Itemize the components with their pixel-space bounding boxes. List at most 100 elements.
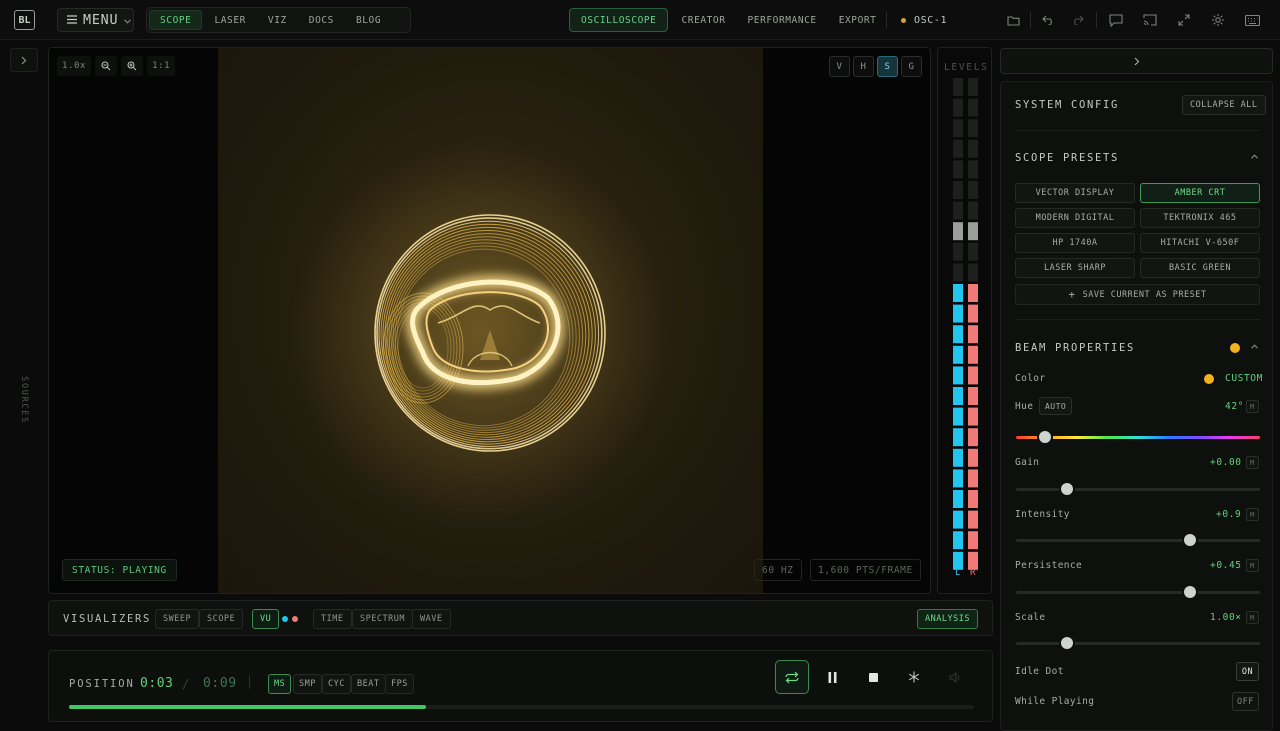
zoom-in-button[interactable] (121, 56, 144, 76)
fullscreen-icon[interactable] (1175, 11, 1193, 29)
hue-auto-button[interactable]: AUTO (1039, 397, 1073, 415)
preset-laser-sharp[interactable]: LASER SHARP (1015, 258, 1135, 278)
preset-tektronix-465[interactable]: TEKTRONIX 465 (1140, 208, 1260, 228)
unit-ms[interactable]: MS (268, 674, 292, 694)
vu-segment (968, 366, 978, 385)
vis-wave[interactable]: WAVE (412, 609, 451, 629)
color-label: Color (1015, 373, 1046, 384)
preset-hp-1740a[interactable]: HP 1740A (1015, 233, 1135, 253)
intensity-slider-thumb[interactable] (1184, 534, 1197, 546)
app-logo[interactable]: BL (14, 10, 35, 30)
vis-scope[interactable]: SCOPE (199, 609, 244, 629)
view-s-button[interactable]: S (877, 56, 898, 77)
unit-smp[interactable]: SMP (293, 674, 322, 694)
analysis-button[interactable]: ANALYSIS (916, 609, 978, 629)
collapse-all-button[interactable]: COLLAPSE ALL (1182, 95, 1266, 115)
persistence-modulate-badge[interactable]: M (1246, 559, 1259, 572)
nav-viz[interactable]: VIZ (258, 10, 297, 30)
keyboard-icon[interactable] (1243, 11, 1261, 29)
unit-fps[interactable]: FPS (385, 674, 414, 694)
preset-amber-crt[interactable]: AMBER CRT (1140, 183, 1260, 203)
redo-icon[interactable] (1068, 11, 1086, 29)
vis-sweep[interactable]: SWEEP (155, 609, 200, 629)
vis-spectrum[interactable]: SPECTRUM (352, 609, 414, 629)
unit-beat[interactable]: BEAT (351, 674, 386, 694)
tab-creator[interactable]: CREATOR (670, 8, 736, 32)
main-nav: SCOPE LASER VIZ DOCS BLOG (146, 7, 411, 33)
persistence-slider-thumb[interactable] (1184, 586, 1197, 598)
gain-slider[interactable] (1016, 483, 1260, 495)
nav-docs[interactable]: DOCS (299, 10, 344, 30)
pause-button[interactable] (815, 660, 849, 694)
view-v-button[interactable]: V (829, 56, 850, 77)
chat-icon[interactable] (1107, 11, 1125, 29)
persistence-slider[interactable] (1016, 586, 1260, 598)
expand-sources-button[interactable] (10, 48, 38, 72)
nav-blog[interactable]: BLOG (346, 10, 391, 30)
scale-slider[interactable] (1016, 637, 1260, 649)
undo-icon[interactable] (1039, 11, 1057, 29)
while-playing-toggle[interactable]: OFF (1232, 692, 1259, 711)
color-value[interactable]: CUSTOM (1225, 373, 1263, 384)
stop-button[interactable] (856, 660, 890, 694)
gear-icon[interactable] (1209, 11, 1227, 29)
tab-oscilloscope[interactable]: OSCILLOSCOPE (569, 8, 669, 32)
view-h-button[interactable]: H (853, 56, 874, 77)
scale-value: 1.00× (1210, 612, 1242, 623)
settings-panel: SYSTEM CONFIG COLLAPSE ALL SCOPE PRESETS… (999, 47, 1274, 731)
chevron-up-icon[interactable] (1251, 342, 1258, 352)
color-swatch[interactable] (1204, 374, 1214, 384)
folder-icon[interactable] (1004, 11, 1022, 29)
loop-button[interactable] (775, 660, 809, 694)
zoom-out-button[interactable] (95, 56, 118, 76)
hue-modulate-badge[interactable]: M (1246, 400, 1259, 413)
zoom-in-icon (127, 61, 137, 71)
vis-time[interactable]: TIME (313, 609, 352, 629)
gain-modulate-badge[interactable]: M (1246, 456, 1259, 469)
intensity-slider[interactable] (1016, 534, 1260, 546)
config-card: SYSTEM CONFIG COLLAPSE ALL SCOPE PRESETS… (1000, 81, 1273, 731)
scale-slider-thumb[interactable] (1061, 637, 1074, 649)
preset-basic-green[interactable]: BASIC GREEN (1140, 258, 1260, 278)
unit-cyc[interactable]: CYC (322, 674, 351, 694)
gain-slider-thumb[interactable] (1061, 483, 1074, 495)
tab-performance[interactable]: PERFORMANCE (737, 8, 828, 32)
freeze-button[interactable] (897, 660, 931, 694)
chevron-up-icon[interactable] (1251, 152, 1258, 162)
vu-segment (953, 490, 963, 508)
nav-scope[interactable]: SCOPE (149, 10, 203, 30)
beam-properties-title[interactable]: BEAM PROPERTIES (1015, 342, 1135, 354)
menu-button[interactable]: MENU (57, 8, 134, 32)
view-mode-buttons: V H S G (829, 56, 922, 77)
save-preset-button[interactable]: + SAVE CURRENT AS PRESET (1015, 284, 1260, 305)
hue-slider[interactable] (1016, 431, 1260, 443)
nav-laser[interactable]: LASER (204, 10, 255, 30)
collapse-panel-button[interactable] (1000, 48, 1273, 74)
hue-slider-thumb[interactable] (1038, 431, 1051, 443)
vu-segment (968, 345, 978, 364)
current-time: 0:03 (140, 676, 174, 691)
mute-button[interactable] (938, 660, 972, 694)
zoom-reset-button[interactable]: 1:1 (147, 56, 176, 76)
vis-vu[interactable]: VU (252, 609, 280, 629)
vu-segment (968, 304, 978, 323)
sources-rail-label[interactable]: SOURCES (4, 360, 44, 440)
vu-segment (968, 387, 978, 405)
zoom-out-icon (101, 61, 111, 71)
preset-vector-display[interactable]: VECTOR DISPLAY (1015, 183, 1135, 203)
view-g-button[interactable]: G (901, 56, 922, 77)
scale-modulate-badge[interactable]: M (1246, 611, 1259, 624)
scope-presets-title[interactable]: SCOPE PRESETS (1015, 152, 1119, 164)
idle-dot-toggle[interactable]: ON (1236, 662, 1259, 681)
device-indicator[interactable]: OSC-1 (886, 12, 947, 28)
progress-track[interactable] (69, 705, 974, 709)
preset-modern-digital[interactable]: MODERN DIGITAL (1015, 208, 1135, 228)
intensity-modulate-badge[interactable]: M (1246, 508, 1259, 521)
tab-export[interactable]: EXPORT (828, 8, 888, 32)
vu-channel-dots[interactable] (282, 616, 298, 622)
vu-segment (968, 201, 978, 220)
cast-icon[interactable] (1141, 11, 1159, 29)
vu-segment (968, 222, 978, 241)
preset-hitachi-v650f[interactable]: HITACHI V-650F (1140, 233, 1260, 253)
oscilloscope-display[interactable]: 1.0x 1:1 V H S G STATUS: PLAYING 60 HZ 1… (48, 47, 931, 594)
